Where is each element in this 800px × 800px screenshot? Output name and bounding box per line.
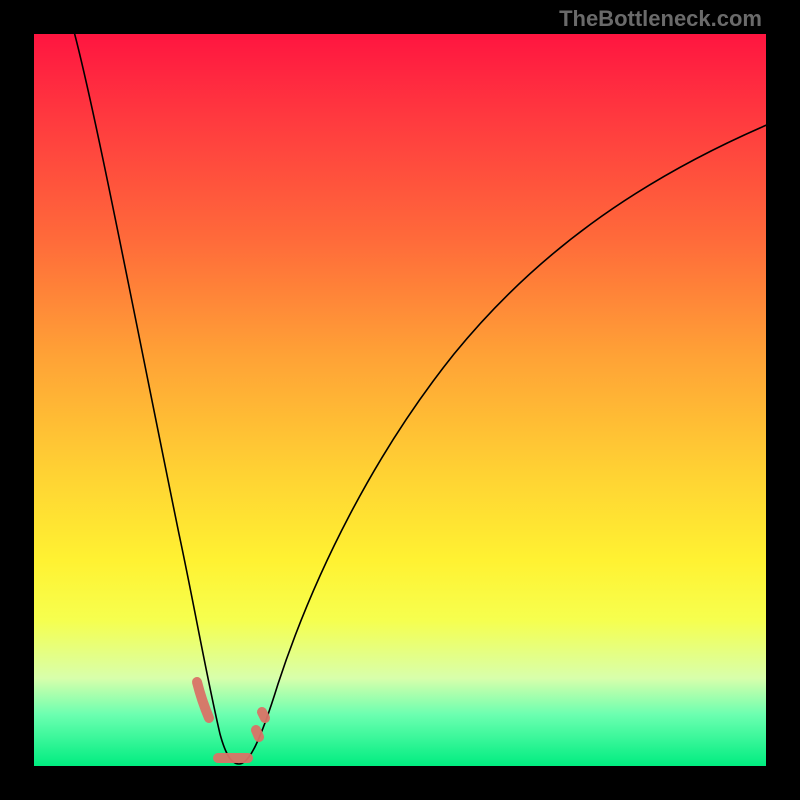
plot-area <box>34 34 766 766</box>
marker-right-dot-upper <box>262 712 265 718</box>
chart-overlay <box>34 34 766 766</box>
watermark-text: TheBottleneck.com <box>559 6 762 32</box>
chart-frame: TheBottleneck.com <box>0 0 800 800</box>
marker-right-dot-lower <box>256 730 259 737</box>
marker-left-blob <box>197 682 209 718</box>
bottleneck-curve <box>72 34 766 764</box>
